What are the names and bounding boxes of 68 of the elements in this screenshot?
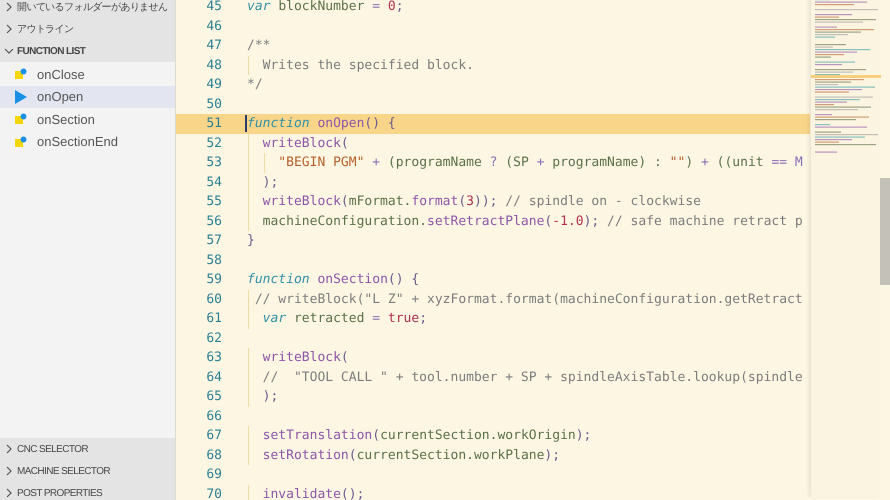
code-line: invalidate();	[262, 486, 364, 500]
chevron-right-icon	[4, 488, 14, 498]
code-line: );	[262, 174, 278, 192]
line-number: 68	[205, 446, 222, 464]
play-icon	[15, 90, 27, 104]
line-number: 51	[205, 115, 222, 133]
line-number: 64	[205, 368, 222, 386]
line-number: 69	[205, 466, 222, 484]
text-cursor	[245, 115, 247, 132]
code-line: // "TOOL CALL " + tool.number + SP + spindleAxisTable.lookup(spindle	[262, 368, 803, 386]
function-item[interactable]: onSectionEnd	[0, 130, 175, 153]
code-line: Writes the specified block.	[262, 56, 474, 74]
chevron-down-icon	[4, 46, 14, 56]
function-item[interactable]: onSection	[0, 108, 175, 130]
chevron-right-icon	[4, 466, 14, 476]
line-number: 62	[205, 330, 222, 348]
line-number: 53	[205, 154, 222, 172]
code-line: writeBlock(	[262, 349, 349, 367]
code-line: // writeBlock("L Z" + xyzFormat.format(machineConfiguration.getRetract	[254, 290, 803, 308]
line-number: 65	[205, 388, 222, 406]
section-header[interactable]: アウトライン	[0, 18, 175, 40]
line-number: 52	[205, 134, 222, 152]
line-number: 50	[205, 96, 222, 114]
line-number: 54	[205, 174, 222, 192]
line-number: 47	[205, 37, 222, 55]
line-number: 55	[205, 193, 222, 211]
line-number: 70	[205, 486, 222, 500]
code-line: machineConfiguration.setRetractPlane(-1.0); // safe machine retract p	[262, 212, 803, 230]
code-line: function onSection() {	[247, 271, 420, 289]
function-item[interactable]: onClose	[0, 63, 175, 86]
chevron-right-icon	[4, 444, 14, 454]
section-header[interactable]: 開いているフォルダーがありません	[0, 0, 175, 18]
line-number: 66	[205, 408, 222, 426]
chevron-right-icon	[4, 2, 14, 12]
line-number: 60	[205, 290, 222, 308]
code-line: var blockNumber = 0;	[247, 0, 404, 16]
code-line: var retracted = true;	[262, 310, 428, 328]
code-line: writeBlock(mFormat.format(3)); // spindle on - clockwise	[262, 193, 701, 211]
line-number: 48	[205, 56, 222, 74]
code-line: /**	[247, 37, 270, 55]
line-number: 58	[205, 252, 222, 270]
method-icon	[15, 68, 27, 80]
line-number: 63	[205, 349, 222, 367]
line-number: 57	[205, 232, 222, 250]
section-header[interactable]: CNC SELECTOR	[0, 438, 175, 460]
code-line: function onOpen() {	[247, 115, 396, 133]
line-number: 59	[205, 271, 222, 289]
code-line: }	[247, 232, 255, 250]
code-line: writeBlock(	[262, 134, 349, 152]
code-line: setTranslation(currentSection.workOrigin);	[262, 427, 592, 445]
code-line: );	[262, 388, 278, 406]
section-header[interactable]: FUNCTION LIST	[0, 40, 175, 62]
chevron-right-icon	[4, 24, 14, 34]
line-number: 45	[205, 0, 222, 16]
method-icon	[15, 113, 27, 126]
line-number: 49	[205, 76, 222, 94]
line-number: 46	[205, 18, 222, 36]
section-header[interactable]: MACHINE SELECTOR	[0, 460, 175, 482]
method-icon	[15, 136, 27, 148]
code-line: "BEGIN PGM" + (programName ? (SP + programName) : "") + ((unit == M	[277, 154, 803, 172]
line-number: 56	[205, 212, 222, 230]
line-number: 67	[205, 427, 222, 445]
section-header[interactable]: POST PROPERTIES	[0, 482, 175, 500]
line-number: 61	[205, 310, 222, 328]
function-item[interactable]: onOpen	[0, 86, 175, 108]
code-line: setRotation(currentSection.workPlane);	[262, 446, 560, 464]
code-line: */	[247, 76, 263, 94]
scrollbar[interactable]	[880, 178, 890, 285]
